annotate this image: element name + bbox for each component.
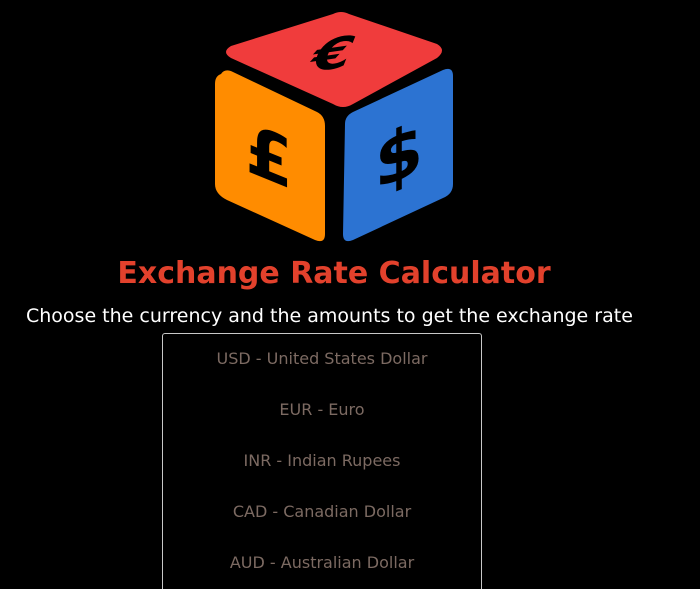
currency-option-eur[interactable]: EUR - Euro [163, 395, 481, 425]
currency-select-list[interactable]: USD - United States Dollar EUR - Euro IN… [162, 333, 482, 589]
page-title: Exchange Rate Calculator [117, 256, 551, 291]
currency-option-cad[interactable]: CAD - Canadian Dollar [163, 497, 481, 527]
currency-option-inr[interactable]: INR - Indian Rupees [163, 446, 481, 476]
currency-option-aud[interactable]: AUD - Australian Dollar [163, 548, 481, 578]
page: € £ $ Exchange Rate Calculator Choose th… [0, 0, 700, 589]
page-subtitle: Choose the currency and the amounts to g… [26, 305, 633, 327]
currency-cube-logo: € £ $ [215, 12, 453, 242]
currency-option-usd[interactable]: USD - United States Dollar [163, 344, 481, 374]
